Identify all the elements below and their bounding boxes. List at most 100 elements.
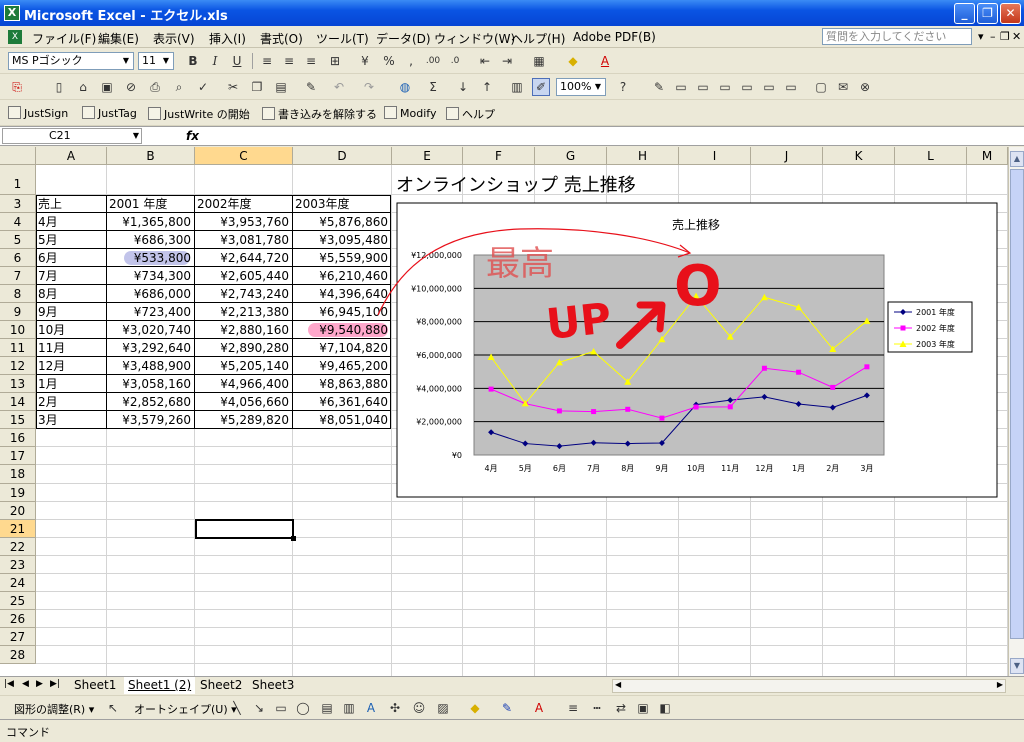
autosum-icon[interactable]: Σ <box>424 78 442 96</box>
spelling-icon[interactable]: ✓ <box>194 78 212 96</box>
select-all-corner[interactable] <box>0 147 36 165</box>
menu-data[interactable]: データ(D) <box>376 30 431 47</box>
legend-marker[interactable] <box>900 325 906 331</box>
vertical-scrollbar[interactable]: ▲ ▼ <box>1008 147 1024 676</box>
undo-icon[interactable]: ↶ <box>330 78 348 96</box>
next-sheet-icon[interactable]: ▶ <box>36 679 43 689</box>
table-header-cell[interactable]: 2002年度 <box>195 195 293 213</box>
font-name-select[interactable]: MS Pゴシック ▼ <box>8 52 134 70</box>
horizontal-scrollbar[interactable]: ◀ ▶ <box>612 679 1006 693</box>
table-cell[interactable]: ¥533,800 <box>107 249 195 267</box>
drawing-toggle-icon[interactable]: ✐ <box>532 78 550 96</box>
data-point-s2[interactable] <box>488 386 494 392</box>
row-header[interactable]: 21 <box>0 520 36 538</box>
table-cell[interactable]: ¥686,000 <box>107 285 195 303</box>
mail-recipient-icon[interactable]: ✉ <box>834 78 852 96</box>
font-color-icon[interactable]: A <box>530 699 548 717</box>
fill-handle[interactable] <box>291 536 296 541</box>
table-cell[interactable]: ¥5,289,820 <box>195 411 293 429</box>
menu-window[interactable]: ウィンドウ(W) <box>434 30 515 47</box>
table-cell[interactable]: ¥5,205,140 <box>195 357 293 375</box>
print-preview-icon[interactable]: ⌕ <box>170 78 188 96</box>
menu-adobe-pdf[interactable]: Adobe PDF(B) <box>573 30 656 44</box>
column-header[interactable]: F <box>463 147 535 165</box>
sort-descending-icon[interactable]: ↑ <box>478 78 496 96</box>
scroll-thumb[interactable] <box>1010 169 1024 639</box>
scroll-down-icon[interactable]: ▼ <box>1010 658 1024 674</box>
line-tool-icon[interactable]: ╲ <box>228 699 246 717</box>
data-point-s2[interactable] <box>727 404 733 410</box>
table-cell[interactable]: 10月 <box>36 321 107 339</box>
wordart-icon[interactable]: A <box>362 699 380 717</box>
table-cell[interactable]: ¥3,488,900 <box>107 357 195 375</box>
review-icon-5[interactable]: ▭ <box>760 78 778 96</box>
row-header[interactable]: 9 <box>0 303 36 321</box>
paste-icon[interactable]: ▤ <box>272 78 290 96</box>
table-cell[interactable]: ¥2,644,720 <box>195 249 293 267</box>
row-header[interactable]: 20 <box>0 502 36 520</box>
table-cell[interactable]: ¥2,743,240 <box>195 285 293 303</box>
justwrite-start-button[interactable]: JustWrite の開始 <box>148 106 250 122</box>
justtag-button[interactable]: JustTag <box>82 106 137 120</box>
clipart-icon[interactable]: ☺ <box>410 699 428 717</box>
redo-icon[interactable]: ↷ <box>360 78 378 96</box>
percent-icon[interactable]: % <box>380 52 398 70</box>
arrow-tool-icon[interactable]: ↘ <box>250 699 268 717</box>
close-button[interactable]: ✕ <box>1000 3 1021 24</box>
row-header[interactable]: 11 <box>0 339 36 357</box>
row-header[interactable]: 14 <box>0 393 36 411</box>
shadow-icon[interactable]: ▣ <box>634 699 652 717</box>
row-header[interactable]: 7 <box>0 267 36 285</box>
column-header[interactable]: D <box>293 147 392 165</box>
table-cell[interactable]: ¥4,966,400 <box>195 375 293 393</box>
table-cell[interactable]: ¥8,051,040 <box>293 411 392 429</box>
open-folder-icon[interactable]: ⌂ <box>74 78 92 96</box>
table-cell[interactable]: 11月 <box>36 339 107 357</box>
table-cell[interactable]: ¥3,292,640 <box>107 339 195 357</box>
select-objects-icon[interactable]: ↖ <box>104 699 122 717</box>
table-cell[interactable]: ¥9,465,200 <box>293 357 392 375</box>
menu-view[interactable]: 表示(V) <box>153 30 195 47</box>
decrease-indent-icon[interactable]: ⇤ <box>476 52 494 70</box>
table-cell[interactable]: ¥3,081,780 <box>195 231 293 249</box>
autoshapes-button[interactable]: オートシェイプ(U) ▾ <box>134 701 237 717</box>
column-header[interactable]: C <box>195 147 293 165</box>
table-cell[interactable]: 5月 <box>36 231 107 249</box>
chart-wizard-icon[interactable]: ▥ <box>508 78 526 96</box>
row-header[interactable]: 8 <box>0 285 36 303</box>
table-cell[interactable]: ¥2,605,440 <box>195 267 293 285</box>
column-header[interactable]: J <box>751 147 823 165</box>
menu-help[interactable]: ヘルプ(H) <box>511 30 565 47</box>
row-header[interactable]: 27 <box>0 628 36 646</box>
column-header[interactable]: L <box>895 147 967 165</box>
end-review-icon[interactable]: ⊗ <box>856 78 874 96</box>
row-header[interactable]: 17 <box>0 447 36 465</box>
table-cell[interactable]: 12月 <box>36 357 107 375</box>
table-cell[interactable]: 3月 <box>36 411 107 429</box>
menu-tools[interactable]: ツール(T) <box>316 30 369 47</box>
menu-insert[interactable]: 挿入(I) <box>209 30 246 47</box>
column-header[interactable]: H <box>607 147 679 165</box>
table-cell[interactable]: ¥3,020,740 <box>107 321 195 339</box>
function-icon[interactable]: fx <box>186 129 199 143</box>
column-header[interactable]: M <box>967 147 1008 165</box>
row-header[interactable]: 24 <box>0 574 36 592</box>
scroll-right-icon[interactable]: ▶ <box>997 680 1003 689</box>
table-cell[interactable]: ¥4,056,660 <box>195 393 293 411</box>
chart-title[interactable]: 売上推移 <box>672 217 720 232</box>
table-cell[interactable]: ¥686,300 <box>107 231 195 249</box>
column-header[interactable]: K <box>823 147 895 165</box>
row-header[interactable]: 18 <box>0 465 36 484</box>
table-header-cell[interactable]: 2003年度 <box>293 195 392 213</box>
table-cell[interactable]: ¥2,213,380 <box>195 303 293 321</box>
arrow-style-icon[interactable]: ⇄ <box>612 699 630 717</box>
table-cell[interactable]: ¥3,953,760 <box>195 213 293 231</box>
new-comment-icon[interactable]: ✎ <box>650 78 668 96</box>
rectangle-tool-icon[interactable]: ▭ <box>272 699 290 717</box>
review-icon[interactable]: ▭ <box>672 78 690 96</box>
sheet-title[interactable]: オンラインショップ 売上推移 <box>396 171 636 197</box>
table-cell[interactable]: ¥4,396,640 <box>293 285 392 303</box>
row-header[interactable]: 25 <box>0 592 36 610</box>
menu-file[interactable]: ファイル(F) <box>32 30 96 47</box>
table-cell[interactable]: 9月 <box>36 303 107 321</box>
